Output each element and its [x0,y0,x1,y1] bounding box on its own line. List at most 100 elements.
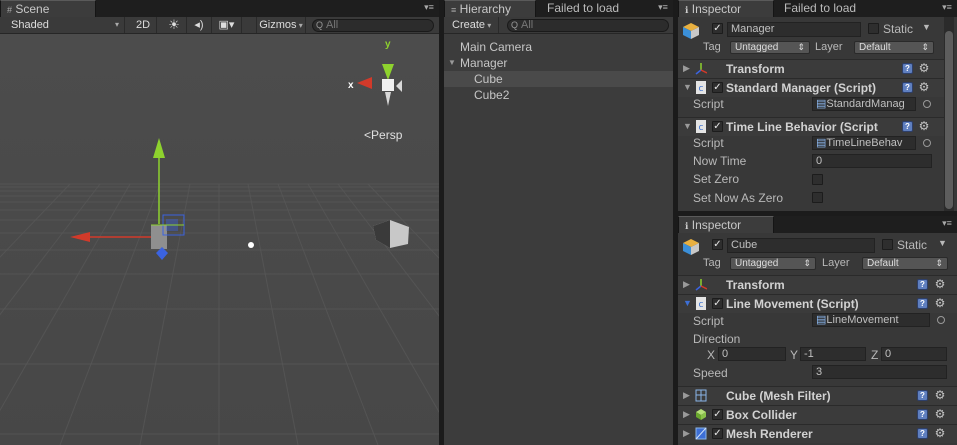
expand-arrow-icon[interactable]: ▼ [448,55,456,71]
object-picker-icon[interactable] [923,139,931,147]
tag-dropdown[interactable]: Untagged ⇕ [730,257,816,270]
foldout-right-icon[interactable]: ▶ [683,428,690,439]
dir-x-value: 0 [722,348,729,360]
component-title: Box Collider [726,408,797,422]
help-icon[interactable]: ? [917,298,928,309]
scene-search-input[interactable]: Q All [312,19,434,32]
speed-field[interactable]: 3 [812,365,947,379]
foldout-right-icon[interactable]: ▶ [683,63,690,74]
dir-x-field[interactable]: 0 [718,347,786,361]
effects-icon[interactable]: ▣▾ [212,17,242,33]
gear-icon[interactable]: ⚙ [934,297,946,309]
scene-menu-icon[interactable]: ▾≡ [423,2,435,14]
gear-icon[interactable]: ⚙ [918,120,930,132]
component-box-collider[interactable]: ▶ ✓ Box Collider ? ⚙ [678,405,957,424]
object-name-field[interactable]: Manager [727,22,861,37]
static-label: Static [897,238,928,252]
tag-value: Untagged [735,42,779,53]
layer-value: Default [859,42,891,53]
projection-toggle[interactable]: <Persp [364,128,402,142]
gear-icon[interactable]: ⚙ [918,81,930,93]
active-checkbox[interactable]: ✓ [712,23,723,34]
foldout-down-icon[interactable]: ▼ [683,298,692,308]
help-icon[interactable]: ? [902,121,913,132]
now-time-field[interactable]: 0 [812,154,932,168]
object-name-field[interactable]: Cube [727,238,875,253]
foldout-down-icon[interactable]: ▼ [683,121,692,131]
lighting-icon[interactable]: ☀ [162,17,187,33]
hierarchy-search-input[interactable]: Q All [507,19,669,32]
script-icon: c [696,81,706,94]
shading-mode-dropdown[interactable]: Shaded ▾ [0,17,125,33]
create-dropdown[interactable]: Create ▾ [444,17,499,33]
help-icon[interactable]: ? [917,409,928,420]
hierarchy-item-main-camera[interactable]: Main Camera [444,39,673,55]
tag-label: Tag [703,257,721,269]
tab-scene[interactable]: # Scene [0,0,96,17]
active-checkbox[interactable]: ✓ [712,239,723,250]
gear-icon[interactable]: ⚙ [934,278,946,290]
object-picker-icon[interactable] [923,100,931,108]
set-zero-checkbox[interactable] [812,174,823,185]
component-enabled-checkbox[interactable]: ✓ [712,82,723,93]
component-enabled-checkbox[interactable]: ✓ [712,121,723,132]
hierarchy-item-cube2[interactable]: Cube2 [444,87,673,103]
component-line-movement[interactable]: ▼ c ✓ Line Movement (Script) ? ⚙ [678,294,957,313]
tab-inspector-bottom[interactable]: ℹ Inspector [678,216,774,233]
inspector-menu-icon[interactable]: ▾≡ [941,2,953,14]
mode-2d-button[interactable]: 2D [130,17,157,33]
gear-icon[interactable]: ⚙ [934,408,946,420]
static-checkbox[interactable] [868,23,879,34]
help-icon[interactable]: ? [917,390,928,401]
foldout-down-icon[interactable]: ▼ [683,82,692,92]
foldout-right-icon[interactable]: ▶ [683,409,690,420]
help-icon[interactable]: ? [917,428,928,439]
help-icon[interactable]: ? [902,63,913,74]
static-checkbox[interactable] [882,239,893,250]
gear-icon[interactable]: ⚙ [918,62,930,74]
foldout-right-icon[interactable]: ▶ [683,279,690,290]
tab-inspector-failed[interactable]: Failed to load [778,0,862,17]
component-time-line-behavior[interactable]: ▼ c ✓ Time Line Behavior (Script ? ⚙ [678,117,945,136]
hierarchy-item-cube[interactable]: Cube [444,71,673,87]
tab-failed-to-load[interactable]: Failed to load [541,0,625,17]
gizmos-dropdown[interactable]: Gizmos ▾ [256,17,306,33]
layer-dropdown[interactable]: Default ⇕ [862,257,948,270]
inspector-top-scrollbar[interactable] [944,17,954,211]
component-enabled-checkbox[interactable]: ✓ [712,409,723,420]
component-enabled-checkbox[interactable]: ✓ [712,298,723,309]
help-icon[interactable]: ? [902,82,913,93]
dir-z-field[interactable]: 0 [881,347,947,361]
hierarchy-menu-icon[interactable]: ▾≡ [657,2,669,14]
hierarchy-item-manager[interactable]: ▼ Manager [444,55,673,71]
inspector-menu-icon[interactable]: ▾≡ [941,218,953,230]
component-standard-manager[interactable]: ▼ c ✓ Standard Manager (Script) ? ⚙ [678,78,945,97]
component-enabled-checkbox[interactable]: ✓ [712,428,723,439]
scene-viewport[interactable]: y x <Persp [0,34,439,445]
dir-y-field[interactable]: -1 [800,347,866,361]
component-transform[interactable]: ▶ Transform ? ⚙ [678,275,957,294]
audio-icon[interactable]: ◂) [187,17,212,33]
tab-inspector-top[interactable]: ℹ Inspector [678,0,774,17]
script-object-field[interactable]: ▤LineMovement [812,313,930,327]
gear-icon[interactable]: ⚙ [934,427,946,439]
gear-icon[interactable]: ⚙ [934,389,946,401]
help-icon[interactable]: ? [917,279,928,290]
foldout-right-icon[interactable]: ▶ [683,390,690,401]
component-mesh-filter[interactable]: ▶ Cube (Mesh Filter) ? ⚙ [678,386,957,405]
tab-hierarchy[interactable]: ≡ Hierarchy [444,0,536,17]
set-now-as-zero-checkbox[interactable] [812,192,823,203]
script-object-field[interactable]: ▤StandardManag [812,97,916,111]
component-mesh-renderer[interactable]: ▶ ✓ Mesh Renderer ? ⚙ [678,424,957,443]
hierarchy-item-label: Main Camera [460,40,533,54]
script-label: Script [693,314,724,328]
layer-dropdown[interactable]: Default ⇕ [854,41,934,54]
script-object-field[interactable]: ▤TimeLineBehav [812,136,916,150]
scrollbar-thumb[interactable] [945,31,953,209]
tag-dropdown[interactable]: Untagged ⇕ [730,41,810,54]
orientation-gizmo[interactable] [346,42,406,112]
chevron-down-icon[interactable]: ▼ [922,22,931,32]
object-picker-icon[interactable] [937,316,945,324]
chevron-down-icon[interactable]: ▼ [938,238,947,248]
component-transform[interactable]: ▶ Transform ? ⚙ [678,59,945,78]
